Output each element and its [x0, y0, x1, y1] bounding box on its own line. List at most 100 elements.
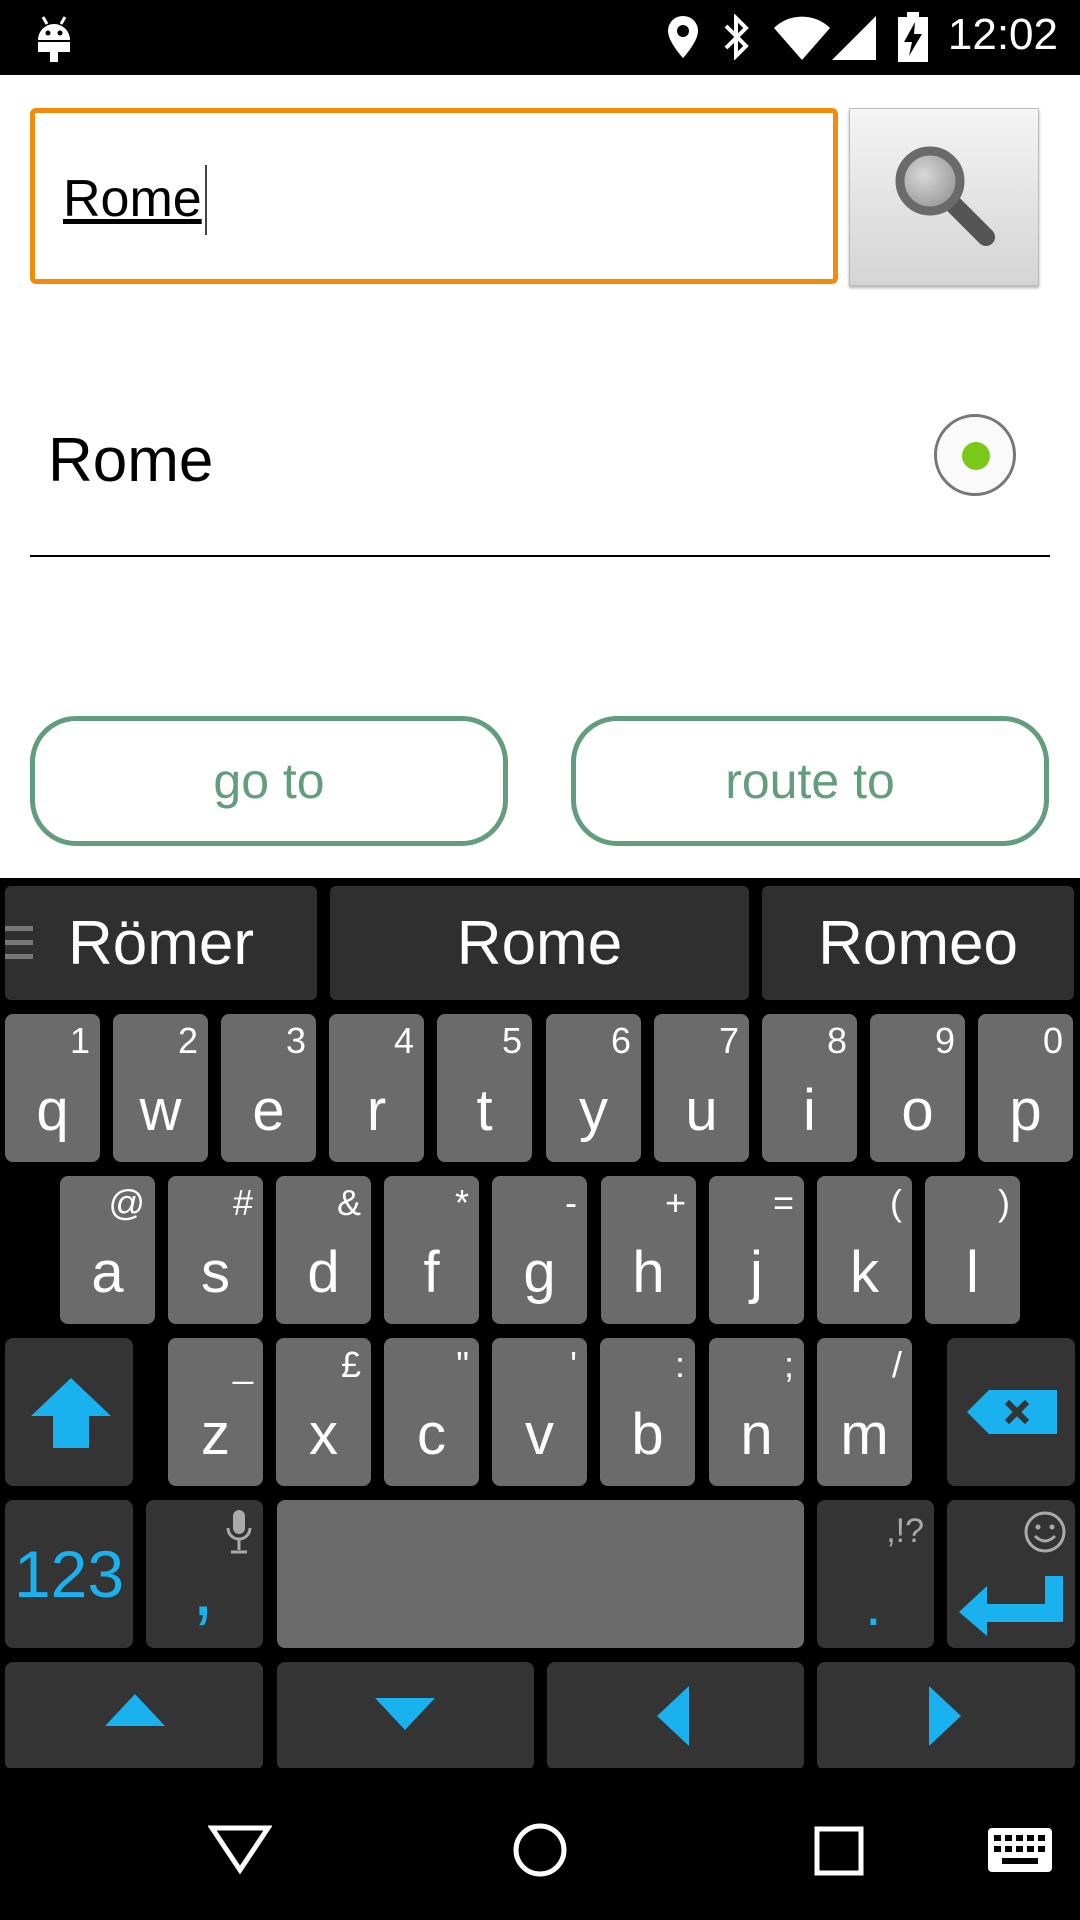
key-hint: ; [783, 1344, 794, 1385]
key-hint: @ [108, 1182, 145, 1223]
shift-key[interactable] [5, 1338, 133, 1486]
arrow-right-icon [929, 1686, 961, 1746]
comma-label: , [192, 1543, 215, 1632]
key-hint: ' [570, 1344, 577, 1385]
key-hint: & [336, 1182, 361, 1223]
key-label: h [632, 1240, 665, 1305]
key-hint: 9 [934, 1020, 955, 1061]
key-q[interactable]: 1q [5, 1014, 100, 1162]
navigation-bar [0, 1768, 1080, 1920]
suggestion-3[interactable]: Romeo [762, 886, 1074, 1000]
search-input[interactable]: Rome [30, 108, 838, 284]
menu-icon [5, 926, 33, 959]
space-key[interactable] [277, 1500, 804, 1648]
key-x[interactable]: £ x [276, 1338, 371, 1486]
key-v[interactable]: ' v [492, 1338, 587, 1486]
suggestion-2[interactable]: Rome [330, 886, 749, 1000]
key-f[interactable]: * f [384, 1176, 479, 1324]
text-cursor [205, 165, 207, 235]
go-to-button[interactable]: go to [30, 716, 508, 846]
key-a[interactable]: @ a [60, 1176, 155, 1324]
backspace-icon [967, 1390, 1057, 1434]
key-label: d [307, 1240, 340, 1305]
key-o[interactable]: 9o [870, 1014, 965, 1162]
battery-charging-icon [898, 12, 928, 62]
key-label: y [579, 1078, 608, 1143]
arrow-up-icon [105, 1694, 165, 1726]
key-label: p [1009, 1078, 1042, 1143]
suggestion-1-label: Römer [67, 908, 255, 978]
home-icon[interactable] [512, 1822, 568, 1878]
key-c[interactable]: " c [384, 1338, 479, 1486]
divider [30, 555, 1050, 557]
numbers-key[interactable]: 123 [5, 1500, 133, 1648]
key-t[interactable]: 5t [437, 1014, 532, 1162]
wifi-icon [774, 16, 830, 60]
status-bar: 12:02 [0, 0, 1080, 75]
route-to-button[interactable]: route to [571, 716, 1049, 846]
key-y[interactable]: 6y [546, 1014, 641, 1162]
arrow-left-key[interactable] [547, 1662, 804, 1770]
key-hint: : [674, 1344, 685, 1385]
key-g[interactable]: -g [492, 1176, 587, 1324]
key-hint: + [664, 1182, 686, 1223]
key-l[interactable]: ) l [925, 1176, 1020, 1324]
radio-selected-dot [962, 442, 990, 470]
key-h[interactable]: + h [601, 1176, 696, 1324]
key-b[interactable]: :b [600, 1338, 695, 1486]
keyboard-switch-icon[interactable] [988, 1828, 1052, 1872]
key-label: j [750, 1240, 763, 1305]
suggestion-1[interactable]: Römer [5, 886, 317, 1000]
key-label: a [91, 1240, 124, 1305]
microphone-icon [226, 1510, 252, 1554]
key-hint: £ [340, 1344, 361, 1385]
comma-key[interactable]: , [146, 1500, 263, 1648]
key-label: b [631, 1402, 664, 1467]
back-icon[interactable] [208, 1824, 272, 1874]
key-label: x [309, 1402, 338, 1467]
key-w[interactable]: 2w [113, 1014, 208, 1162]
location-icon [668, 16, 698, 58]
arrow-right-key[interactable] [817, 1662, 1075, 1770]
search-icon [895, 146, 995, 246]
key-hint: 2 [177, 1020, 198, 1061]
key-label: v [525, 1402, 554, 1467]
key-label: i [803, 1078, 816, 1143]
key-i[interactable]: 8i [762, 1014, 857, 1162]
emoji-icon [1024, 1511, 1066, 1553]
key-label: e [252, 1078, 285, 1143]
key-label: u [685, 1078, 718, 1143]
enter-key[interactable] [947, 1500, 1075, 1648]
result-radio-button[interactable] [934, 414, 1016, 496]
status-time: 12:02 [947, 10, 1058, 59]
key-hint: / [891, 1344, 902, 1385]
arrow-down-key[interactable] [277, 1662, 534, 1770]
key-label: r [366, 1078, 387, 1143]
search-button[interactable] [849, 108, 1039, 286]
key-m[interactable]: / m [817, 1338, 912, 1486]
period-hint: ,!? [886, 1512, 924, 1550]
key-s[interactable]: # s [168, 1176, 263, 1324]
key-u[interactable]: 7u [654, 1014, 749, 1162]
key-label: n [740, 1402, 773, 1467]
key-r[interactable]: 4r [329, 1014, 424, 1162]
arrow-left-icon [657, 1686, 689, 1746]
key-p[interactable]: 0p [978, 1014, 1073, 1162]
key-label: g [523, 1240, 556, 1305]
key-n[interactable]: ; n [709, 1338, 804, 1486]
key-e[interactable]: 3e [221, 1014, 316, 1162]
recents-icon[interactable] [814, 1826, 864, 1876]
key-k[interactable]: (k [817, 1176, 912, 1324]
key-hint: ) [998, 1182, 1010, 1223]
key-z[interactable]: _ z [168, 1338, 263, 1486]
key-hint: 1 [69, 1020, 90, 1061]
period-key[interactable]: ,!? . [817, 1500, 934, 1648]
result-item-label[interactable]: Rome [48, 425, 213, 496]
key-j[interactable]: = j [709, 1176, 804, 1324]
backspace-key[interactable] [947, 1338, 1075, 1486]
key-d[interactable]: & d [276, 1176, 371, 1324]
key-hint: 8 [826, 1020, 847, 1061]
key-label: t [476, 1078, 493, 1143]
arrow-up-key[interactable] [5, 1662, 263, 1770]
key-label: o [901, 1078, 934, 1143]
